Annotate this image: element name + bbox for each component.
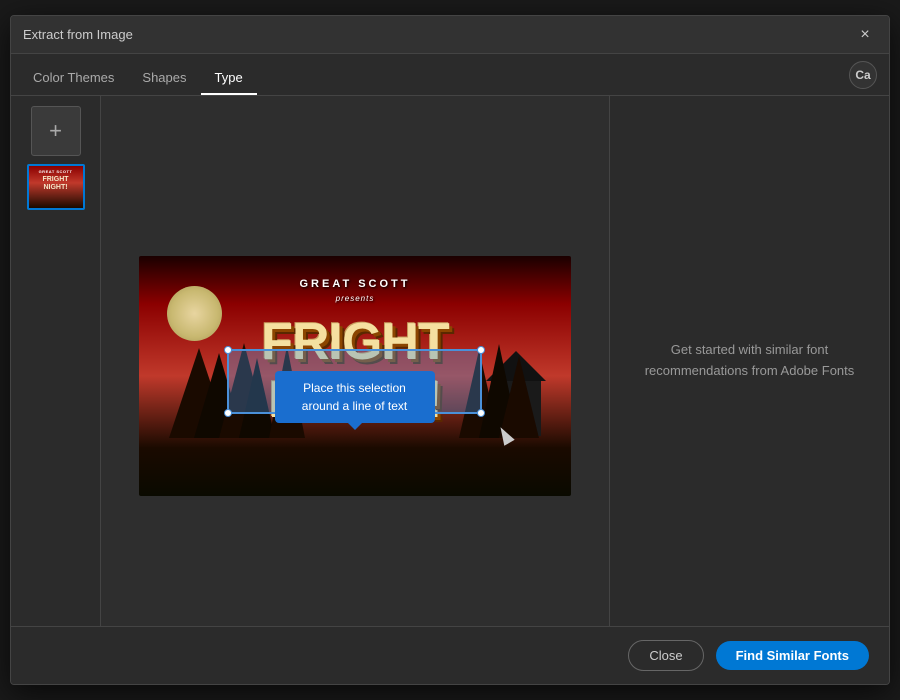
handle-bottom-right[interactable]	[477, 409, 485, 417]
tooltip-text: Place this selection around a line of te…	[302, 381, 407, 413]
tab-shapes[interactable]: Shapes	[128, 62, 200, 95]
image-thumbnail[interactable]: GREAT SCOTT FRIGHTNIGHT!	[27, 164, 85, 210]
selection-box[interactable]: Place this selection around a line of te…	[227, 349, 482, 414]
thumb-great-scott: GREAT SCOTT	[29, 169, 83, 174]
handle-top-left[interactable]	[224, 346, 232, 354]
tab-bar: Color Themes Shapes Type Ca	[11, 54, 889, 96]
handle-bottom-left[interactable]	[224, 409, 232, 417]
thumb-fright-night: FRIGHTNIGHT!	[29, 176, 83, 191]
ca-badge[interactable]: Ca	[849, 61, 877, 89]
find-similar-fonts-button[interactable]: Find Similar Fonts	[716, 641, 869, 670]
close-button[interactable]: Close	[628, 640, 703, 671]
plus-icon: +	[49, 118, 62, 144]
image-canvas: GREAT SCOTT presents FRIGHT NIGHT! Place…	[139, 256, 571, 496]
bottom-bar: Close Find Similar Fonts	[11, 626, 889, 684]
main-content: + GREAT SCOTT FRIGHTNIGHT!	[11, 96, 889, 626]
dialog-title: Extract from Image	[23, 27, 853, 42]
add-image-button[interactable]: +	[31, 106, 81, 156]
right-panel-hint: Get started with similar font recommenda…	[610, 340, 889, 382]
poster-presents: presents	[139, 294, 571, 303]
extract-from-image-dialog: Extract from Image × Color Themes Shapes…	[10, 15, 890, 685]
tab-color-themes[interactable]: Color Themes	[19, 62, 128, 95]
tab-type[interactable]: Type	[201, 62, 257, 95]
left-panel: + GREAT SCOTT FRIGHTNIGHT!	[11, 96, 101, 626]
poster-great-scott: GREAT SCOTT	[139, 278, 571, 290]
right-panel: Get started with similar font recommenda…	[609, 96, 889, 626]
title-bar: Extract from Image ×	[11, 16, 889, 54]
handle-top-right[interactable]	[477, 346, 485, 354]
center-panel: GREAT SCOTT presents FRIGHT NIGHT! Place…	[101, 96, 609, 626]
dialog-close-button[interactable]: ×	[853, 23, 877, 47]
